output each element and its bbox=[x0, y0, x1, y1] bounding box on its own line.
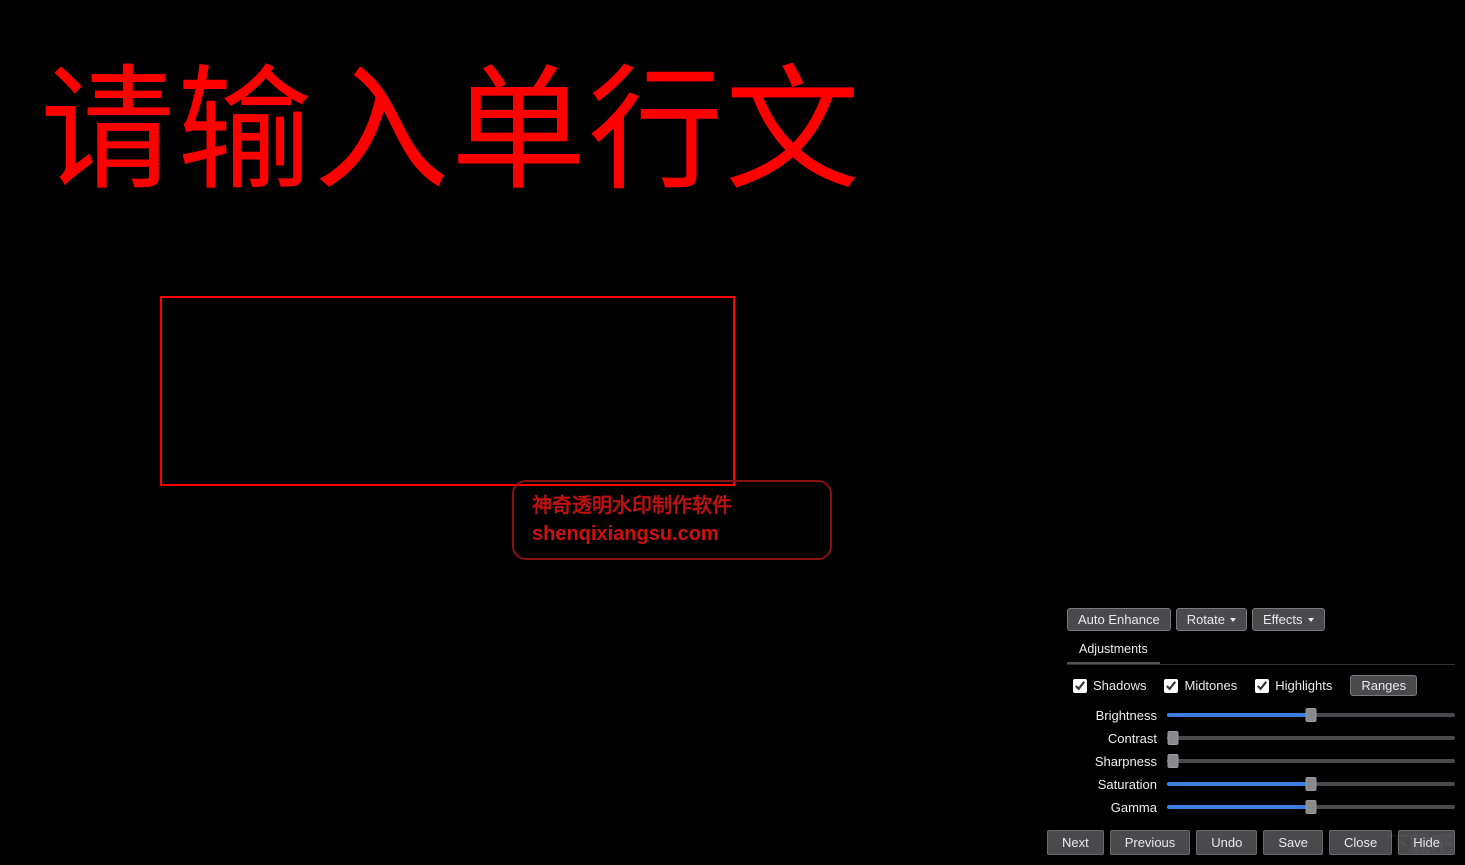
saturation-slider[interactable] bbox=[1167, 775, 1455, 793]
highlights-checkbox[interactable] bbox=[1255, 679, 1269, 693]
watermark-line2: shenqixiangsu.com bbox=[532, 520, 830, 548]
sharpness-slider[interactable] bbox=[1167, 752, 1455, 770]
adjustments-panel: Auto Enhance Rotate Effects Adjustments … bbox=[1067, 608, 1455, 855]
brightness-slider-row: Brightness bbox=[1067, 706, 1455, 724]
canvas-main-text[interactable]: 请输入单行文 bbox=[40, 20, 862, 216]
midtones-checkbox[interactable] bbox=[1164, 679, 1178, 693]
ranges-button[interactable]: Ranges bbox=[1350, 675, 1417, 696]
midtones-label: Midtones bbox=[1184, 678, 1237, 693]
tone-checkboxes-row: Shadows Midtones Highlights Ranges bbox=[1067, 675, 1455, 696]
sharpness-label: Sharpness bbox=[1067, 754, 1157, 769]
caret-down-icon bbox=[1308, 618, 1314, 622]
watermark-stamp: 神奇透明水印制作软件 shenqixiangsu.com bbox=[512, 480, 832, 560]
hide-button[interactable]: Hide bbox=[1398, 830, 1455, 855]
tab-header: Adjustments bbox=[1067, 637, 1455, 665]
auto-enhance-button[interactable]: Auto Enhance bbox=[1067, 608, 1171, 631]
contrast-slider[interactable] bbox=[1167, 729, 1455, 747]
contrast-label: Contrast bbox=[1067, 731, 1157, 746]
shadows-checkbox-label[interactable]: Shadows bbox=[1073, 678, 1146, 693]
brightness-slider[interactable] bbox=[1167, 706, 1455, 724]
saturation-label: Saturation bbox=[1067, 777, 1157, 792]
rotate-label: Rotate bbox=[1187, 612, 1225, 627]
close-button[interactable]: Close bbox=[1329, 830, 1392, 855]
ranges-label: Ranges bbox=[1361, 678, 1406, 693]
effects-button[interactable]: Effects bbox=[1252, 608, 1325, 631]
brightness-label: Brightness bbox=[1067, 708, 1157, 723]
shadows-label: Shadows bbox=[1093, 678, 1146, 693]
contrast-slider-row: Contrast bbox=[1067, 729, 1455, 747]
bottom-button-row: Next Previous Undo Save Close Hide bbox=[1067, 830, 1455, 855]
shadows-checkbox[interactable] bbox=[1073, 679, 1087, 693]
highlights-label: Highlights bbox=[1275, 678, 1332, 693]
tab-adjustments[interactable]: Adjustments bbox=[1067, 637, 1160, 664]
gamma-slider[interactable] bbox=[1167, 798, 1455, 816]
gamma-label: Gamma bbox=[1067, 800, 1157, 815]
auto-enhance-label: Auto Enhance bbox=[1078, 612, 1160, 627]
selection-rectangle[interactable] bbox=[160, 296, 735, 486]
next-button[interactable]: Next bbox=[1047, 830, 1104, 855]
caret-down-icon bbox=[1230, 618, 1236, 622]
watermark-line1: 神奇透明水印制作软件 bbox=[532, 492, 830, 520]
save-button[interactable]: Save bbox=[1263, 830, 1323, 855]
rotate-button[interactable]: Rotate bbox=[1176, 608, 1247, 631]
panel-top-toolbar: Auto Enhance Rotate Effects bbox=[1067, 608, 1455, 631]
highlights-checkbox-label[interactable]: Highlights bbox=[1255, 678, 1332, 693]
gamma-slider-row: Gamma bbox=[1067, 798, 1455, 816]
midtones-checkbox-label[interactable]: Midtones bbox=[1164, 678, 1237, 693]
previous-button[interactable]: Previous bbox=[1110, 830, 1191, 855]
effects-label: Effects bbox=[1263, 612, 1303, 627]
undo-button[interactable]: Undo bbox=[1196, 830, 1257, 855]
sharpness-slider-row: Sharpness bbox=[1067, 752, 1455, 770]
saturation-slider-row: Saturation bbox=[1067, 775, 1455, 793]
